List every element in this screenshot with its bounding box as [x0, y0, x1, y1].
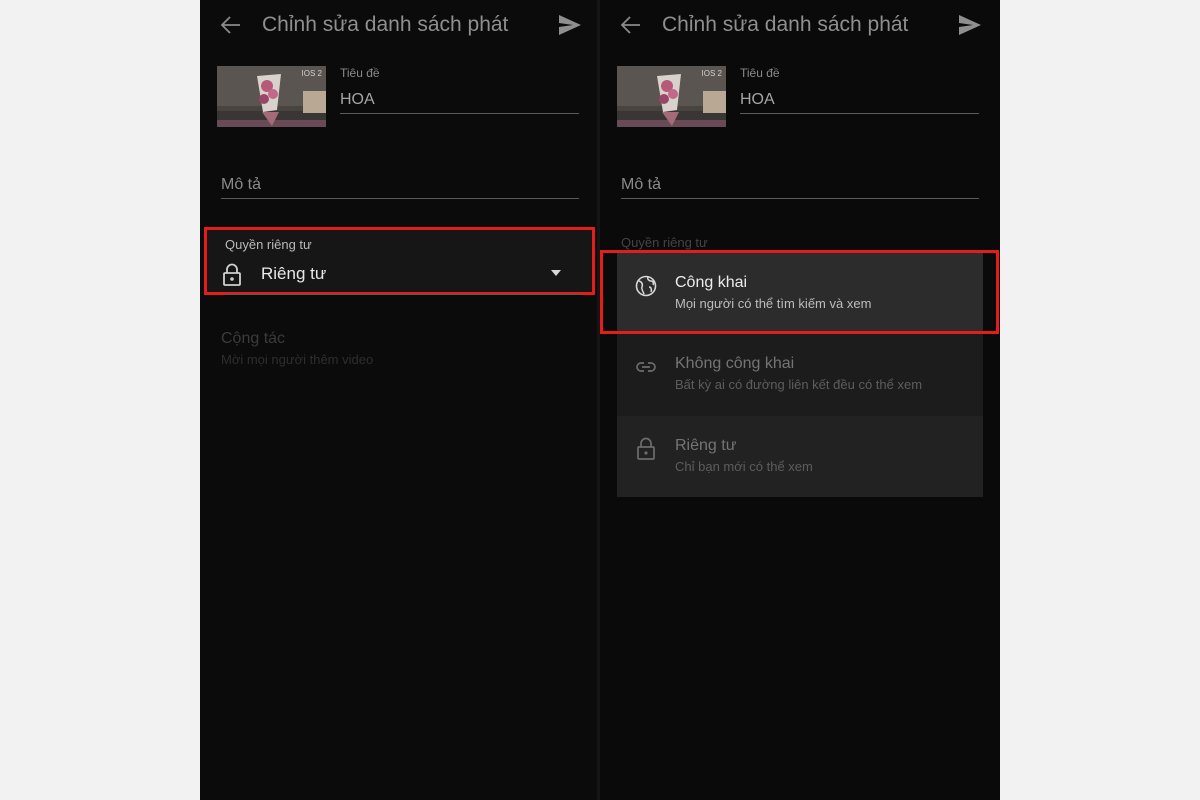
title-field-underline — [340, 113, 579, 114]
option-title: Công khai — [675, 274, 748, 291]
back-arrow-icon[interactable] — [220, 14, 242, 36]
back-arrow-icon[interactable] — [620, 14, 642, 36]
option-title: Riêng tư — [675, 437, 737, 454]
title-field-input[interactable]: HOA — [740, 91, 775, 109]
option-title: Không công khai — [675, 355, 795, 372]
title-field-input[interactable]: HOA — [340, 91, 375, 109]
description-field[interactable]: Mô tả — [221, 176, 261, 194]
thumbnail-badge: IOS 2 — [301, 69, 322, 78]
lock-icon — [637, 437, 655, 460]
title-field-label: Tiêu đề — [740, 66, 780, 80]
privacy-select[interactable]: Quyền riêng tư Riêng tư — [204, 227, 595, 295]
option-subtitle: Mọi người có thể tìm kiếm và xem — [675, 296, 872, 311]
description-field-underline — [621, 198, 979, 199]
option-subtitle: Chỉ bạn mới có thể xem — [675, 459, 813, 474]
privacy-label: Quyền riêng tư — [621, 235, 708, 250]
privacy-option-public[interactable]: Công khai Mọi người có thể tìm kiếm và x… — [617, 253, 983, 334]
privacy-underline — [225, 294, 581, 295]
screen-left: Chỉnh sửa danh sách phát IOS 2 Tiêu đề H… — [200, 0, 600, 800]
page-title: Chỉnh sửa danh sách phát — [662, 13, 909, 36]
collaborate-subtitle: Mời mọi người thêm video — [221, 352, 374, 367]
description-field[interactable]: Mô tả — [621, 176, 661, 194]
send-icon[interactable] — [558, 14, 582, 36]
collaborate-title[interactable]: Cộng tác — [221, 330, 285, 348]
playlist-thumbnail[interactable]: IOS 2 — [617, 66, 726, 127]
app-header: Chỉnh sửa danh sách phát — [600, 0, 1000, 52]
dropdown-arrow-icon — [551, 270, 561, 276]
privacy-options-menu: Công khai Mọi người có thể tìm kiếm và x… — [617, 253, 983, 497]
privacy-option-private[interactable]: Riêng tư Chỉ bạn mới có thể xem — [617, 416, 983, 497]
privacy-value: Riêng tư — [261, 264, 327, 283]
send-icon[interactable] — [958, 14, 982, 36]
app-header: Chỉnh sửa danh sách phát — [200, 0, 600, 52]
globe-icon — [635, 275, 657, 297]
page-title: Chỉnh sửa danh sách phát — [262, 13, 509, 36]
option-subtitle: Bất kỳ ai có đường liên kết đều có thể x… — [675, 377, 923, 392]
privacy-label: Quyền riêng tư — [225, 237, 312, 252]
privacy-option-unlisted[interactable]: Không công khai Bất kỳ ai có đường liên … — [617, 334, 983, 415]
thumbnail-badge: IOS 2 — [701, 69, 722, 78]
description-field-underline — [221, 198, 579, 199]
title-field-underline — [740, 113, 979, 114]
title-field-label: Tiêu đề — [340, 66, 380, 80]
screen-right: Chỉnh sửa danh sách phát IOS 2 Tiêu đề H… — [600, 0, 1000, 800]
lock-icon — [223, 263, 241, 286]
playlist-thumbnail[interactable]: IOS 2 — [217, 66, 326, 127]
link-icon — [636, 362, 656, 372]
